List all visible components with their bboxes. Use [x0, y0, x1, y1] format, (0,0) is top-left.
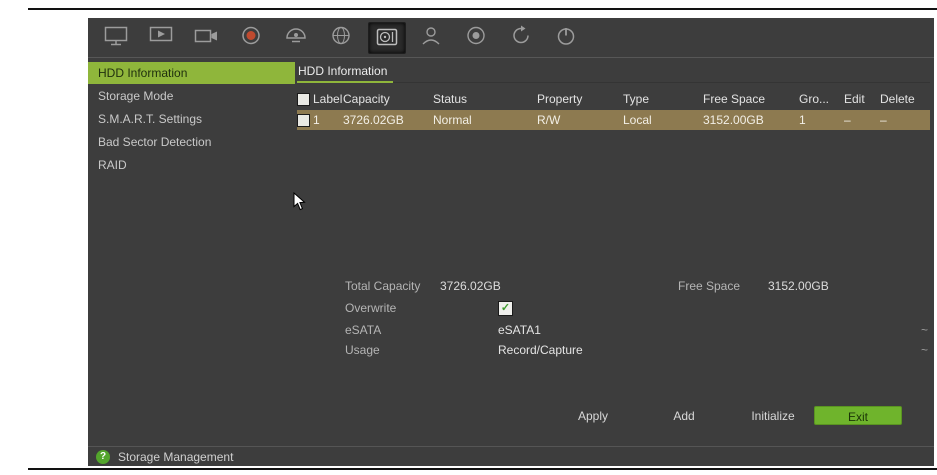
main-menu-toolbar	[88, 18, 934, 58]
toolbar-button-live-view[interactable]	[143, 22, 179, 52]
system-icon	[463, 24, 489, 51]
header-free-space: Free Space	[703, 92, 766, 106]
sidebar-item-bad-sector-detection[interactable]: Bad Sector Detection	[88, 131, 295, 153]
page-bottom-rule	[28, 468, 937, 470]
live-view-icon	[148, 24, 174, 51]
row-label-cell: 1	[297, 110, 343, 130]
overwrite-checkbox[interactable]: ✓	[498, 301, 513, 316]
esata-select[interactable]: eSATA1 ~	[498, 320, 930, 340]
row-status: Normal	[433, 113, 472, 127]
toolbar-button-user[interactable]	[413, 22, 449, 52]
storage-icon	[374, 25, 400, 52]
esata-label: eSATA	[345, 323, 382, 337]
tab-active-underline	[297, 81, 393, 83]
header-group: Gro...	[799, 92, 830, 106]
alarm-icon	[238, 24, 264, 51]
status-bar-label: Storage Management	[118, 449, 234, 464]
usage-select[interactable]: Record/Capture ~	[498, 340, 930, 360]
toolbar-button-maintenance[interactable]	[503, 22, 539, 52]
row-label-text: 1	[313, 113, 320, 127]
camera-icon	[193, 24, 219, 51]
apply-button[interactable]: Apply	[549, 406, 637, 425]
free-space-value: 3152.00GB	[768, 279, 829, 293]
status-bar: ? Storage Management	[88, 446, 934, 466]
power-icon	[553, 24, 579, 51]
toolbar-button-power[interactable]	[548, 22, 584, 52]
row-group: 1	[799, 113, 806, 127]
row-property: R/W	[537, 113, 561, 127]
row-checkbox[interactable]	[297, 113, 310, 127]
usage-value: Record/Capture	[498, 343, 583, 357]
toolbar-button-system[interactable]	[458, 22, 494, 52]
free-space-label: Free Space	[678, 279, 741, 293]
header-label: Label	[297, 90, 343, 108]
toolbar-button-display[interactable]	[98, 22, 134, 52]
toolbar-button-network[interactable]	[323, 22, 359, 52]
row-free-space: 3152.00GB	[703, 113, 764, 127]
header-delete: Delete	[880, 92, 915, 106]
overwrite-label: Overwrite	[345, 301, 397, 315]
header-label-text: Label	[313, 92, 343, 106]
row-capacity: 3726.02GB	[343, 113, 404, 127]
dropdown-caret-icon: ~	[920, 323, 928, 337]
header-status: Status	[433, 92, 468, 106]
table-row[interactable]: 1 3726.02GB Normal R/W Local 3152.00GB 1…	[297, 110, 930, 130]
toolbar-button-ptz[interactable]	[278, 22, 314, 52]
sidebar-item-storage-mode[interactable]: Storage Mode	[88, 85, 295, 107]
toolbar-button-alarm[interactable]	[233, 22, 269, 52]
display-icon	[103, 24, 129, 51]
row-delete-action: –	[880, 113, 887, 127]
row-type: Local	[623, 113, 652, 127]
select-all-checkbox[interactable]	[297, 92, 310, 106]
initialize-button[interactable]: Initialize	[729, 406, 817, 425]
header-property: Property	[537, 92, 583, 106]
sidebar-item-hdd-information[interactable]: HDD Information	[88, 62, 295, 84]
ptz-icon	[283, 24, 309, 51]
toolbar-button-storage[interactable]	[368, 22, 406, 54]
user-icon	[418, 24, 444, 51]
header-edit: Edit	[844, 92, 865, 106]
exit-button[interactable]: Exit	[814, 406, 902, 425]
total-capacity-value: 3726.02GB	[440, 279, 501, 293]
esata-value: eSATA1	[498, 323, 541, 337]
page: { "colors": { "panel_bg": "#3d3d3d", "ac…	[0, 0, 937, 475]
header-type: Type	[623, 92, 650, 106]
help-icon: ?	[96, 449, 110, 464]
mouse-cursor	[293, 191, 306, 214]
hdd-table-header: Label Capacity Status Property Type Free…	[297, 90, 930, 108]
dropdown-caret-icon: ~	[920, 343, 928, 357]
header-capacity: Capacity	[343, 92, 390, 106]
page-top-rule	[28, 8, 937, 10]
sidebar-item-smart-settings[interactable]: S.M.A.R.T. Settings	[88, 108, 295, 130]
dvr-menu-panel: HDD Information Storage Mode S.M.A.R.T. …	[88, 18, 934, 466]
add-button[interactable]: Add	[640, 406, 728, 425]
usage-label: Usage	[345, 343, 380, 357]
maintenance-icon	[508, 24, 534, 51]
network-icon	[328, 24, 354, 51]
toolbar-button-camera[interactable]	[188, 22, 224, 52]
total-capacity-label: Total Capacity	[345, 279, 421, 293]
row-edit-action: –	[844, 113, 851, 127]
tab-hdd-information[interactable]: HDD Information	[298, 64, 387, 78]
sidebar-item-raid[interactable]: RAID	[88, 154, 295, 176]
